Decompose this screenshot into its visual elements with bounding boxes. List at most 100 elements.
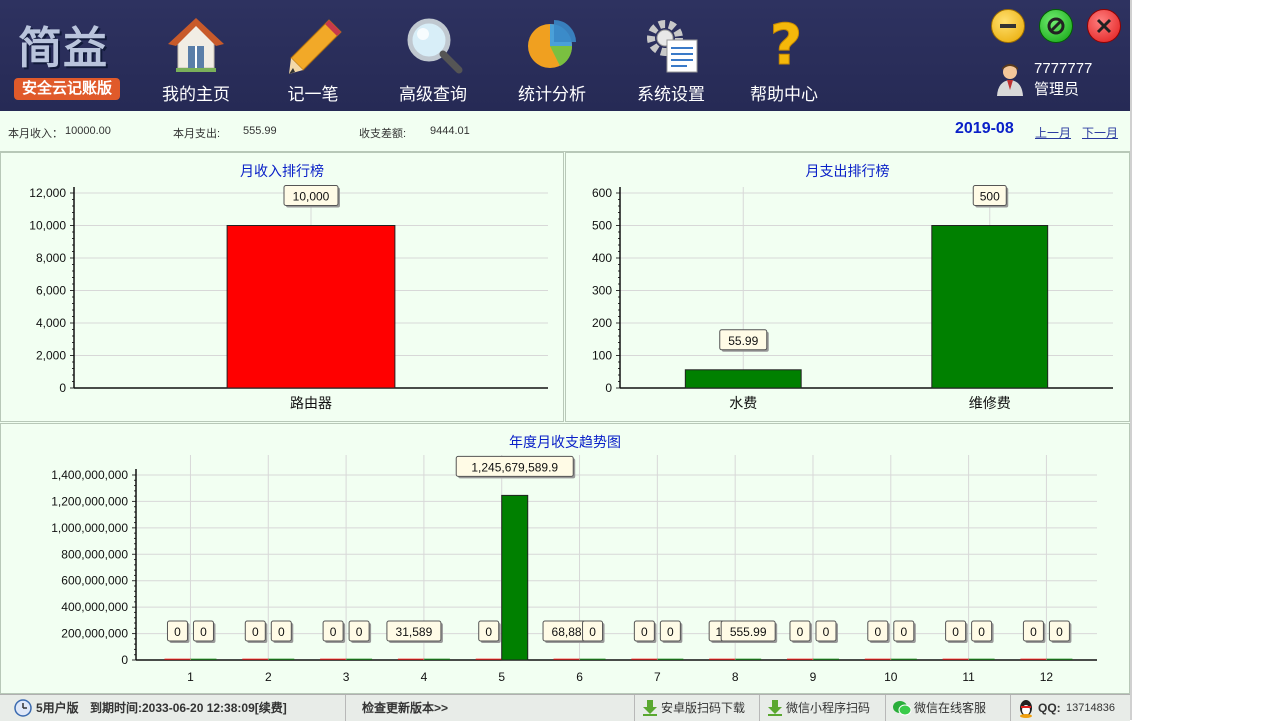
trend-bar (890, 658, 917, 660)
income-ranking-panel: 月收入排行榜 0 2,000 4,000 6,000 8,000 10,000 12,000… (0, 152, 564, 422)
trend-value-label: 0 (952, 625, 959, 639)
status-bar: 5用户版 到期时间:2033-06-20 12:38:09[续费] 检查更新版本… (0, 694, 1130, 721)
svg-text:?: ? (770, 16, 802, 76)
android-download[interactable]: 安卓版扫码下载 (635, 695, 760, 721)
trend-value-label: 0 (1030, 625, 1037, 639)
nav-record[interactable]: 记一笔 (258, 10, 368, 106)
download-icon (768, 700, 782, 716)
next-month-link[interactable]: 下一月 (1082, 124, 1118, 141)
trend-value-label: 0 (978, 625, 985, 639)
expense-ytick-label: 100 (592, 349, 612, 363)
trend-bar (735, 658, 762, 660)
trend-bar (164, 658, 191, 660)
expense-bar (931, 225, 1049, 389)
trend-bar (475, 658, 502, 660)
qq-contact[interactable]: QQ: 13714836 (1011, 695, 1130, 721)
annual-trend-panel: 年度月收支趋势图 0 200,000,000 400,000,000 600,000,… (0, 423, 1130, 694)
income-ytick-label: 12,000 (29, 186, 66, 200)
expense-ytick-label: 200 (592, 316, 612, 330)
income-ranking-chart: 0 2,000 4,000 6,000 8,000 10,000 12,000 路由器 10,0… (29, 185, 548, 411)
trend-bar (423, 658, 450, 660)
expense-ytick-label: 400 (592, 251, 612, 265)
qq-penguin-icon (1020, 700, 1032, 718)
expense-ranking-chart: 0 100 200 300 400 500 600 水费 55.99 维修费 500 (592, 185, 1113, 411)
trend-value-label: 0 (174, 625, 181, 639)
trend-value-label: 555.99 (730, 625, 767, 639)
trend-ytick-label: 200,000,000 (61, 627, 128, 641)
question-icon: ? (769, 16, 802, 76)
trend-bar (397, 658, 424, 660)
trend-bar (501, 494, 529, 661)
nav-help[interactable]: ? 帮助中心 (729, 10, 839, 106)
nav-search-label: 高级查询 (399, 85, 467, 104)
close-icon (1096, 18, 1112, 34)
trend-value-label: 0 (667, 625, 674, 639)
trend-value-label: 0 (356, 625, 363, 639)
miniapp-scan-label: 微信小程序扫码 (786, 701, 871, 715)
pie-chart-icon (528, 20, 576, 68)
download-icon (643, 700, 657, 716)
minimize-button[interactable] (991, 9, 1025, 43)
miniapp-scan[interactable]: 微信小程序扫码 (760, 695, 886, 721)
check-update-link[interactable]: 检查更新版本>> (362, 695, 448, 721)
trend-month-label: 3 (343, 670, 350, 684)
nav-settings[interactable]: 系统设置 (616, 10, 726, 106)
logo-title: 简益 (18, 23, 108, 74)
trend-month-label: 5 (498, 670, 505, 684)
trend-month-label: 10 (884, 670, 898, 684)
trend-bar (968, 658, 995, 660)
trend-month-label: 6 (576, 670, 583, 684)
trend-month-label: 7 (654, 670, 661, 684)
trend-value-label: 0 (252, 625, 259, 639)
qq-number: 13714836 (1066, 702, 1115, 714)
expense-ytick-label: 0 (605, 381, 612, 395)
nav-home-label: 我的主页 (162, 85, 230, 104)
android-download-label: 安卓版扫码下载 (661, 701, 746, 715)
income-ytick-label: 2,000 (36, 349, 66, 363)
trend-month-label: 2 (265, 670, 272, 684)
trend-month-label: 1 (187, 670, 194, 684)
trend-bar (579, 658, 606, 660)
nav-home[interactable]: 我的主页 (141, 10, 251, 106)
trend-value-label: 0 (330, 625, 337, 639)
expense-ytick-label: 300 (592, 284, 612, 298)
trend-ytick-label: 600,000,000 (61, 574, 128, 588)
app-window: 简益 安全云记账版 我的主页 记一笔 高级查询 统计分析 系统设置 ? 帮助中心… (0, 0, 1130, 721)
check-update[interactable]: 检查更新版本>> (346, 695, 635, 721)
diff-label: 收支差额: (359, 128, 407, 140)
trend-value-label: 0 (278, 625, 285, 639)
trend-bar (1046, 658, 1073, 660)
expense-value-label: 55.99 (728, 334, 758, 348)
prev-month-link[interactable]: 上一月 (1035, 124, 1071, 141)
expense-ranking-panel: 月支出排行榜 0 100 200 300 400 500 600 水费 55.99 维修费 500 (565, 152, 1130, 422)
trend-ytick-label: 1,200,000,000 (51, 494, 128, 508)
wechat-service[interactable]: 微信在线客服 (886, 695, 1011, 721)
header-bar: 简益 安全云记账版 我的主页 记一笔 高级查询 统计分析 系统设置 ? 帮助中心… (0, 0, 1130, 111)
expense-category-label: 维修费 (969, 395, 1011, 411)
trend-bar (786, 658, 813, 660)
trend-bar (268, 658, 295, 660)
window-edge (1130, 0, 1132, 720)
income-ytick-label: 6,000 (36, 284, 66, 298)
trend-bar (346, 658, 373, 660)
income-category-label: 路由器 (290, 395, 332, 411)
trend-ytick-label: 800,000,000 (61, 547, 128, 561)
trend-value-label: 0 (641, 625, 648, 639)
income-ytick-label: 10,000 (29, 219, 66, 233)
nav-search[interactable]: 高级查询 (378, 10, 488, 106)
nav-settings-label: 系统设置 (637, 85, 705, 104)
user-name: 7777777 (1034, 60, 1093, 77)
edition-label: 5用户版 (36, 701, 79, 715)
wechat-service-label: 微信在线客服 (914, 701, 987, 715)
trend-bar (553, 658, 580, 660)
home-icon (168, 18, 224, 72)
trend-value-label: 1,245,679,589.9 (471, 460, 558, 474)
close-button[interactable] (1087, 9, 1121, 43)
nav-statistics[interactable]: 统计分析 (497, 10, 607, 106)
trend-value-label: 0 (485, 625, 492, 639)
expense-value-label: 500 (980, 190, 1000, 204)
trend-value-label: 0 (900, 625, 907, 639)
trend-month-label: 8 (732, 670, 739, 684)
expiry-label[interactable]: 到期时间:2033-06-20 12:38:09[续费] (90, 695, 287, 721)
maximize-button[interactable] (1039, 9, 1073, 43)
